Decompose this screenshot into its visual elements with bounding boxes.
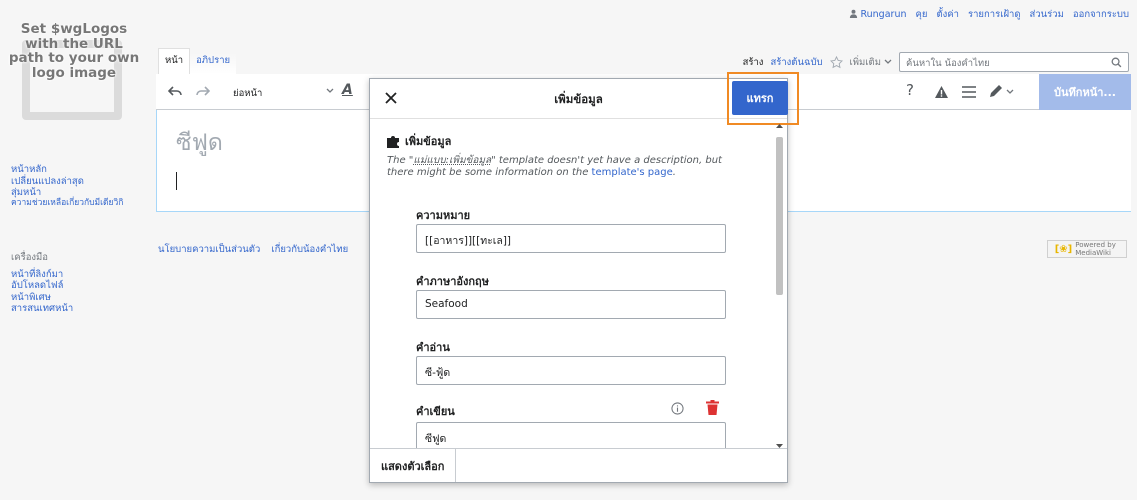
preferences-link[interactable]: ตั้งค่า	[936, 9, 959, 20]
search-placeholder: ค้นหาใน น้องคำไทย	[906, 58, 990, 69]
scrollbar-thumb[interactable]	[776, 137, 783, 295]
logout-link[interactable]: ออกจากระบบ	[1073, 9, 1129, 20]
contributions-link[interactable]: ส่วนร่วม	[1030, 9, 1064, 20]
user-icon	[850, 9, 858, 18]
more-menu[interactable]: เพิ่มเติม	[850, 55, 892, 70]
sidebar-item-help[interactable]: ความช่วยเหลือเกี่ยวกับมีเดียวิกิ	[11, 198, 141, 208]
paragraph-format-label[interactable]: ย่อหน้า	[233, 86, 262, 101]
desc-end: .	[672, 167, 676, 178]
template-page-link[interactable]: template's page	[592, 167, 673, 178]
info-icon[interactable]	[671, 402, 684, 415]
template-heading: เพิ่มข้อมูล	[387, 132, 451, 150]
sidebar-item-special-pages[interactable]: หน้าพิเศษ	[11, 292, 146, 304]
privacy-link[interactable]: นโยบายความเป็นส่วนตัว	[158, 244, 260, 255]
sidebar-item-whatlinkshere[interactable]: หน้าที่ลิงก์มา	[11, 269, 146, 281]
mediawiki-logo-icon: [❀]	[1054, 243, 1073, 255]
search-input[interactable]: ค้นหาใน น้องคำไทย	[899, 52, 1129, 72]
help-icon[interactable]: ?	[906, 81, 914, 99]
footer-links: นโยบายความเป็นส่วนตัว เกี่ยวกับน้องคำไทย	[158, 242, 356, 257]
site-logo[interactable]: Set $wgLogos with the URL path to your o…	[8, 22, 140, 132]
template-description: The "แม่แบบ:เพิ่มข้อมูล" template doesn'…	[387, 155, 747, 179]
sidebar-item-random-page[interactable]: สุ่มหน้า	[11, 187, 146, 199]
sidebar-tools: เครื่องมือ หน้าที่ลิงก์มา อัปโหลดไฟล์ หน…	[11, 252, 146, 315]
text-style-icon[interactable]: A	[342, 82, 353, 98]
field-label-spelling: คำเขียน	[416, 405, 455, 418]
tab-discussion[interactable]: อภิปราย	[190, 53, 237, 74]
tab-page[interactable]: หน้า	[158, 48, 191, 74]
field-input-meaning[interactable]: [[อาหาร]][[ทะเล]]	[416, 224, 726, 253]
about-link[interactable]: เกี่ยวกับน้องคำไทย	[271, 244, 348, 255]
field-input-spelling[interactable]: ซีฟูด	[416, 422, 726, 450]
undo-icon[interactable]	[168, 85, 182, 97]
scroll-up-icon[interactable]	[776, 123, 783, 128]
redo-icon[interactable]	[196, 85, 210, 97]
field-label-english: คำภาษาอังกฤษ	[416, 275, 489, 288]
chevron-down-icon[interactable]	[326, 88, 334, 94]
field-input-pronunciation[interactable]: ซี-ฟู้ด	[416, 356, 726, 385]
tab-create-source[interactable]: สร้างต้นฉบับ	[770, 55, 822, 70]
field-label-meaning: ความหมาย	[416, 209, 471, 222]
field-label-pronunciation: คำอ่าน	[416, 341, 450, 354]
template-name: เพิ่มข้อมูล	[405, 135, 452, 148]
watchlist-link[interactable]: รายการเฝ้าดู	[968, 9, 1021, 20]
show-options-button[interactable]: แสดงตัวเลือก	[370, 449, 457, 482]
sidebar-item-upload[interactable]: อัปโหลดไฟล์	[11, 280, 146, 292]
sidebar-item-recent-changes[interactable]: เปลี่ยนแปลงล่าสุด	[11, 176, 146, 188]
page-title[interactable]: ซีฟูด	[176, 125, 223, 161]
dialog-footer: แสดงตัวเลือก	[370, 448, 787, 482]
more-menu-label: เพิ่มเติม	[849, 56, 881, 68]
text-cursor	[176, 172, 177, 190]
mediawiki-badge[interactable]: [❀] Powered by MediaWiki	[1047, 240, 1127, 258]
personal-tools: Rungarun คุย ตั้งค่า รายการเฝ้าดู ส่วนร่…	[849, 7, 1129, 22]
dialog-title: เพิ่มข้อมูล	[554, 92, 603, 106]
menu-icon[interactable]	[962, 86, 976, 98]
sidebar-tools-heading: เครื่องมือ	[11, 252, 49, 263]
mediawiki-badge-text: Powered by MediaWiki	[1075, 241, 1116, 257]
dialog-header: เพิ่มข้อมูล แทรก	[370, 72, 799, 125]
trash-icon[interactable]	[706, 400, 719, 415]
field-input-english[interactable]: Seafood	[416, 290, 726, 319]
star-icon[interactable]	[829, 55, 843, 69]
insert-highlight-box	[727, 72, 799, 125]
template-dialog: เพิ่มข้อมูล แทรก เพิ่มข้อมูล The "แม่แบบ…	[369, 72, 799, 483]
user-link[interactable]: Rungarun	[860, 9, 906, 20]
desc-prefix: The "	[387, 155, 414, 166]
puzzle-icon	[387, 135, 399, 148]
dialog-scrollbar[interactable]	[775, 123, 784, 449]
sidebar-navigation: หน้าหลัก เปลี่ยนแปลงล่าสุด สุ่มหน้า ความ…	[11, 164, 146, 208]
talk-link[interactable]: คุย	[916, 9, 928, 20]
namespace-tabs: หน้า อภิปราย	[158, 48, 237, 74]
save-page-button[interactable]: บันทึกหน้า...	[1039, 74, 1131, 110]
warning-icon[interactable]	[934, 85, 949, 99]
search-icon[interactable]	[1111, 57, 1122, 68]
view-tabs: สร้าง สร้างต้นฉบับ เพิ่มเติม ค้นหาใน น้อ…	[743, 50, 1129, 74]
edit-pencil-icon[interactable]	[988, 84, 1014, 99]
sidebar-item-page-info[interactable]: สารสนเทศหน้า	[11, 303, 146, 315]
dialog-body: เพิ่มข้อมูล The "แม่แบบ:เพิ่มข้อมูล" tem…	[370, 119, 787, 450]
chevron-down-icon	[884, 59, 892, 64]
tab-create[interactable]: สร้าง	[743, 55, 764, 70]
logo-text: Set $wgLogos with the URL path to your o…	[8, 21, 140, 81]
desc-template-name: แม่แบบ:เพิ่มข้อมูล	[413, 155, 492, 166]
sidebar-item-main-page[interactable]: หน้าหลัก	[11, 164, 146, 176]
